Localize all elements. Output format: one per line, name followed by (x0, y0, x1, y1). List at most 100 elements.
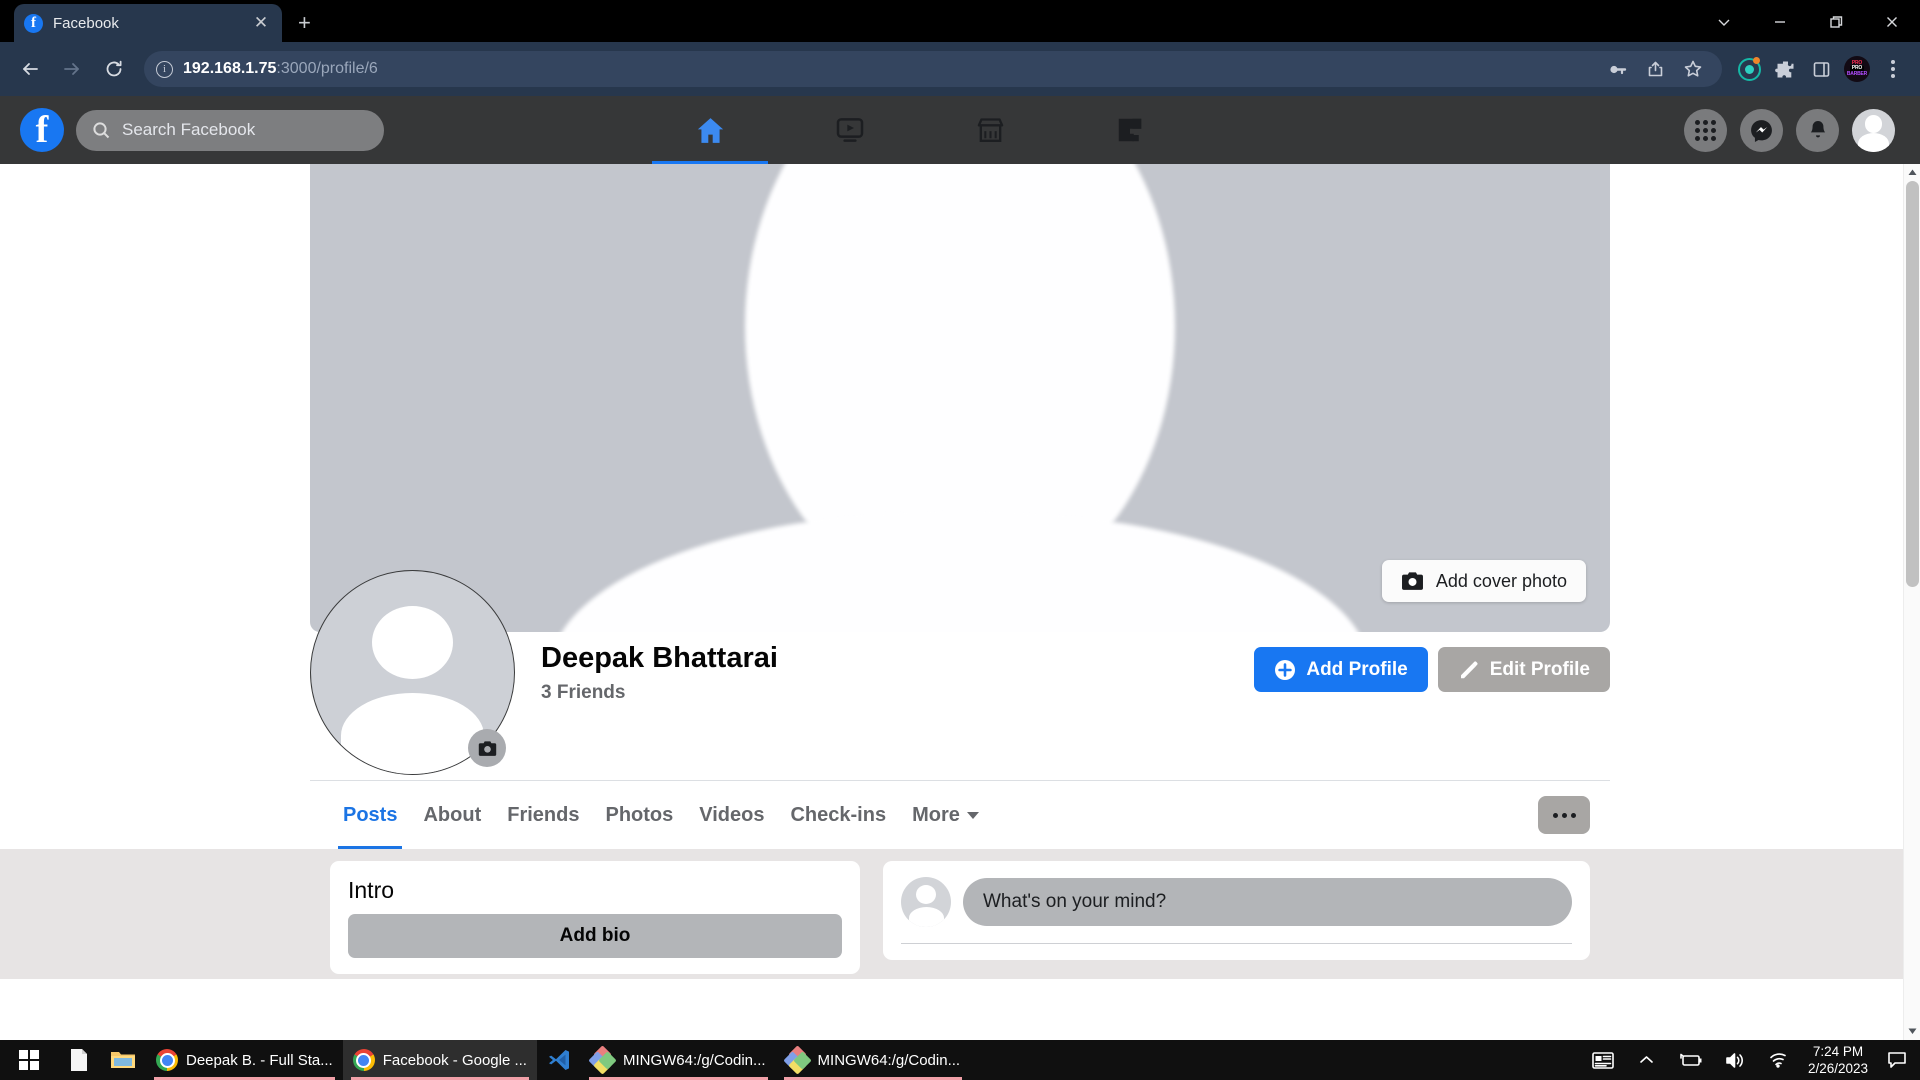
restore-icon[interactable] (1808, 4, 1864, 40)
grid-apps-icon[interactable] (1684, 108, 1727, 152)
messenger-icon[interactable] (1740, 108, 1783, 152)
page-title: Deepak Bhattarai (541, 642, 778, 674)
browser-window: f Facebook ✕ + i 192.168.1.75:3000/profi… (0, 0, 1920, 1040)
side-panel-icon[interactable] (1804, 52, 1838, 86)
feed-columns: Intro Add bio What's on your mind? (310, 861, 1610, 974)
nav-left-group: f Search Facebook (0, 108, 384, 152)
tab-photos[interactable]: Photos (592, 781, 686, 849)
minimize-icon[interactable] (1752, 4, 1808, 40)
tab-posts[interactable]: Posts (330, 781, 410, 849)
cover-photo-section: Add cover photo (310, 164, 1610, 632)
scrollbar-down-arrow[interactable] (1904, 1023, 1920, 1040)
chevron-down-icon (966, 811, 979, 819)
address-bar[interactable]: i 192.168.1.75:3000/profile/6 (144, 51, 1722, 87)
new-tab-button[interactable]: + (298, 10, 311, 36)
tab-title: Facebook (53, 14, 119, 32)
page-content: Add cover photo Deepak Bhattarai 3 Frien… (0, 164, 1920, 1040)
tab-posts-label: Posts (343, 803, 398, 826)
composer-avatar[interactable] (901, 877, 951, 927)
facebook-logo-icon[interactable]: f (20, 108, 64, 152)
chrome-icon (156, 1049, 178, 1071)
taskbar-item-file-explorer[interactable] (100, 1040, 146, 1080)
bookmark-star-icon[interactable] (1676, 52, 1710, 86)
taskbar-item-vscode[interactable] (537, 1040, 581, 1080)
clock-time: 7:24 PM (1812, 1044, 1864, 1059)
document-icon (71, 1049, 87, 1071)
taskbar-item-gitbash-1[interactable]: MINGW64:/g/Codin... (581, 1040, 776, 1080)
notification-icon[interactable] (1882, 1051, 1912, 1069)
taskbar-item-notepad[interactable] (58, 1040, 100, 1080)
taskbar-item-chrome-facebook[interactable]: Facebook - Google ... (342, 1040, 537, 1080)
wifi-icon[interactable] (1764, 1052, 1794, 1068)
camera-icon (478, 740, 496, 756)
close-icon[interactable] (1864, 4, 1920, 40)
profile-badge-icon[interactable]: PRO PRO BARBER (1840, 52, 1874, 86)
volume-icon[interactable] (1720, 1052, 1750, 1069)
nav-tab-watch[interactable] (780, 96, 920, 164)
bell-icon[interactable] (1796, 108, 1839, 152)
tab-friends[interactable]: Friends (494, 781, 592, 849)
badge-line-3: BARBER (1846, 70, 1868, 77)
battery-charging-icon[interactable] (1676, 1052, 1706, 1068)
video-play-icon (836, 118, 864, 142)
tab-about[interactable]: About (410, 781, 494, 849)
add-profile-button[interactable]: Add Profile (1254, 647, 1428, 692)
more-options-button[interactable] (1538, 796, 1590, 834)
add-bio-button[interactable]: Add bio (348, 914, 842, 958)
profile-actions: Add Profile Edit Profile (1254, 647, 1610, 692)
puzzle-extensions-icon[interactable] (1768, 52, 1802, 86)
page-scrollbar[interactable] (1903, 164, 1920, 1040)
search-icon (93, 121, 110, 138)
taskbar-label-chrome-facebook: Facebook - Google ... (382, 1051, 527, 1069)
add-profile-label: Add Profile (1306, 658, 1408, 680)
pencil-icon (1460, 661, 1478, 678)
tab-close-icon[interactable]: ✕ (250, 13, 272, 33)
windows-start-icon[interactable] (0, 1040, 58, 1080)
add-cover-photo-button[interactable]: Add cover photo (1381, 560, 1586, 602)
post-composer: What's on your mind? (901, 877, 1572, 944)
plus-circle-icon (1275, 659, 1296, 680)
scrollbar-thumb[interactable] (1906, 181, 1919, 587)
taskbar-item-chrome-deepak[interactable]: Deepak B. - Full Sta... (146, 1040, 343, 1080)
tab-videos[interactable]: Videos (686, 781, 777, 849)
tab-search-chevron-down-icon[interactable] (1696, 4, 1752, 40)
facebook-favicon-icon: f (24, 13, 43, 33)
news-weather-icon[interactable] (1588, 1051, 1618, 1070)
edit-profile-button[interactable]: Edit Profile (1437, 647, 1610, 692)
back-arrow-icon[interactable] (10, 49, 50, 89)
tab-checkins[interactable]: Check-ins (777, 781, 899, 849)
nav-tab-home[interactable] (640, 96, 780, 164)
search-input[interactable]: Search Facebook (76, 109, 384, 151)
user-avatar-icon[interactable] (1852, 108, 1895, 152)
post-input[interactable]: What's on your mind? (963, 878, 1572, 926)
home-icon (697, 117, 723, 143)
profile-tabs: Posts About Friends Photos Videos Check-… (310, 781, 1610, 849)
search-placeholder: Search Facebook (122, 120, 256, 139)
tab-checkins-label: Check-ins (790, 803, 887, 826)
nav-tab-marketplace[interactable] (920, 96, 1060, 164)
url-host: 192.168.1.75 (183, 60, 277, 77)
taskbar-clock[interactable]: 7:24 PM 2/26/2023 (1808, 1043, 1868, 1077)
edit-profile-label: Edit Profile (1489, 658, 1590, 680)
tab-more-label: More (912, 803, 960, 826)
profile-picture-camera-button[interactable] (468, 729, 506, 767)
chrome-menu-icon[interactable] (1876, 52, 1910, 86)
forward-arrow-icon[interactable] (52, 49, 92, 89)
left-column: Intro Add bio (330, 861, 860, 974)
page-viewport: f Search Facebook Add cover photo Deepak… (0, 96, 1920, 1040)
extension-circle-icon[interactable] (1732, 52, 1766, 86)
url-text: 192.168.1.75:3000/profile/6 (183, 60, 378, 78)
gitbash-icon (782, 1045, 812, 1075)
share-icon[interactable] (1638, 52, 1672, 86)
key-icon[interactable] (1600, 52, 1634, 86)
taskbar-item-gitbash-2[interactable]: MINGW64:/g/Codin... (776, 1040, 971, 1080)
cover-photo[interactable]: Add cover photo (310, 164, 1610, 632)
site-info-icon[interactable]: i (156, 60, 173, 78)
reload-icon[interactable] (94, 49, 134, 89)
tab-more[interactable]: More (899, 781, 992, 849)
scrollbar-up-arrow[interactable] (1904, 164, 1920, 181)
browser-tab-facebook[interactable]: f Facebook ✕ (14, 4, 282, 42)
show-hidden-icons-icon[interactable] (1632, 1054, 1662, 1066)
facebook-top-nav: f Search Facebook (0, 96, 1920, 164)
nav-tab-gaming[interactable] (1060, 96, 1200, 164)
